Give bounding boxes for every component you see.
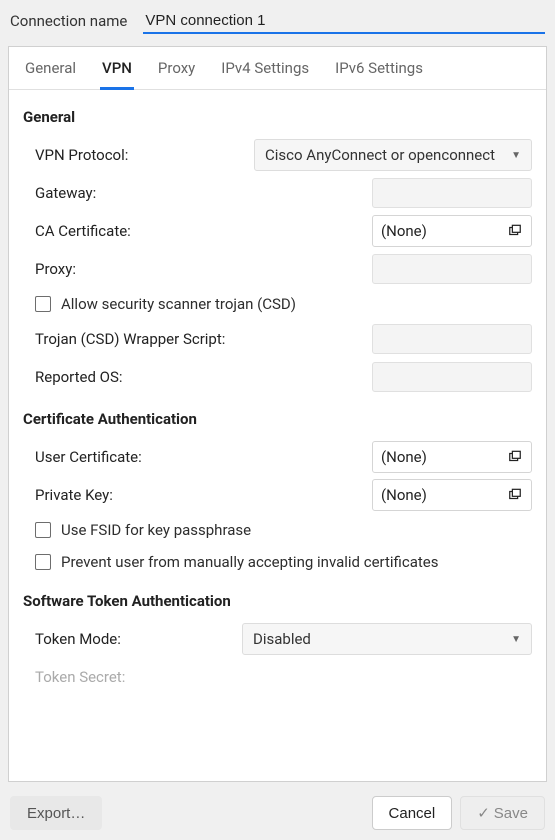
tab-bar: General VPN Proxy IPv4 Settings IPv6 Set…	[9, 47, 546, 90]
row-reported-os: Reported OS:	[23, 358, 532, 396]
private-key-label: Private Key:	[23, 486, 113, 504]
row-vpn-protocol: VPN Protocol: Cisco AnyConnect or openco…	[23, 136, 532, 174]
prevent-invalid-checkbox[interactable]	[35, 554, 51, 570]
vpn-protocol-label: VPN Protocol:	[23, 146, 128, 164]
tab-general[interactable]: General	[23, 47, 78, 89]
save-button[interactable]: ✓ Save	[460, 796, 545, 830]
save-button-label: Save	[494, 805, 528, 822]
file-open-icon	[507, 487, 523, 503]
vpn-editor-window: Connection name General VPN Proxy IPv4 S…	[0, 0, 555, 840]
row-private-key: Private Key: (None)	[23, 476, 532, 514]
section-title-token: Software Token Authentication	[23, 592, 532, 610]
token-mode-value: Disabled	[253, 630, 311, 648]
use-fsid-checkbox[interactable]	[35, 522, 51, 538]
tab-vpn[interactable]: VPN	[100, 47, 134, 89]
proxy-input[interactable]	[372, 254, 532, 284]
section-title-cert-auth: Certificate Authentication	[23, 410, 532, 428]
connection-name-label: Connection name	[10, 12, 127, 30]
token-secret-label: Token Secret:	[23, 668, 125, 686]
user-cert-label: User Certificate:	[23, 448, 142, 466]
tab-proxy[interactable]: Proxy	[156, 47, 197, 89]
ca-cert-value: (None)	[381, 222, 427, 240]
chevron-down-icon: ▼	[511, 634, 521, 645]
vpn-protocol-dropdown[interactable]: Cisco AnyConnect or openconnect ▼	[254, 139, 532, 171]
csd-wrapper-input	[372, 324, 532, 354]
user-cert-file-picker[interactable]: (None)	[372, 441, 532, 473]
export-button[interactable]: Export…	[10, 796, 102, 830]
token-mode-dropdown[interactable]: Disabled ▼	[242, 623, 532, 655]
gateway-label: Gateway:	[23, 184, 96, 202]
gateway-input[interactable]	[372, 178, 532, 208]
header-row: Connection name	[0, 0, 555, 40]
ca-cert-label: CA Certificate:	[23, 222, 131, 240]
private-key-file-picker[interactable]: (None)	[372, 479, 532, 511]
row-user-cert: User Certificate: (None)	[23, 438, 532, 476]
reported-os-input[interactable]	[372, 362, 532, 392]
section-title-general: General	[23, 108, 532, 126]
check-icon: ✓	[477, 804, 490, 822]
row-ca-cert: CA Certificate: (None)	[23, 212, 532, 250]
csd-wrapper-label: Trojan (CSD) Wrapper Script:	[23, 330, 225, 348]
file-open-icon	[507, 449, 523, 465]
row-proxy-field: Proxy:	[23, 250, 532, 288]
tab-ipv6[interactable]: IPv6 Settings	[333, 47, 425, 89]
tab-content: General VPN Protocol: Cisco AnyConnect o…	[9, 90, 546, 781]
file-open-icon	[507, 223, 523, 239]
use-fsid-label: Use FSID for key passphrase	[61, 521, 251, 539]
private-key-value: (None)	[381, 486, 427, 504]
proxy-label: Proxy:	[23, 260, 76, 278]
prevent-invalid-label: Prevent user from manually accepting inv…	[61, 553, 438, 571]
allow-csd-label: Allow security scanner trojan (CSD)	[61, 295, 296, 313]
connection-name-input[interactable]	[143, 8, 545, 34]
row-token-secret: Token Secret:	[23, 658, 532, 696]
tab-ipv4[interactable]: IPv4 Settings	[219, 47, 311, 89]
ca-cert-file-picker[interactable]: (None)	[372, 215, 532, 247]
cancel-button[interactable]: Cancel	[372, 796, 453, 830]
row-prevent-invalid: Prevent user from manually accepting inv…	[23, 546, 532, 578]
row-token-mode: Token Mode: Disabled ▼	[23, 620, 532, 658]
user-cert-value: (None)	[381, 448, 427, 466]
vpn-protocol-value: Cisco AnyConnect or openconnect	[265, 146, 495, 164]
row-allow-csd: Allow security scanner trojan (CSD)	[23, 288, 532, 320]
bottom-action-bar: Export… Cancel ✓ Save	[0, 788, 555, 840]
main-panel: General VPN Proxy IPv4 Settings IPv6 Set…	[8, 46, 547, 782]
row-use-fsid: Use FSID for key passphrase	[23, 514, 532, 546]
reported-os-label: Reported OS:	[23, 368, 123, 386]
row-gateway: Gateway:	[23, 174, 532, 212]
token-mode-label: Token Mode:	[23, 630, 121, 648]
chevron-down-icon: ▼	[511, 150, 521, 161]
row-csd-wrapper: Trojan (CSD) Wrapper Script:	[23, 320, 532, 358]
allow-csd-checkbox[interactable]	[35, 296, 51, 312]
